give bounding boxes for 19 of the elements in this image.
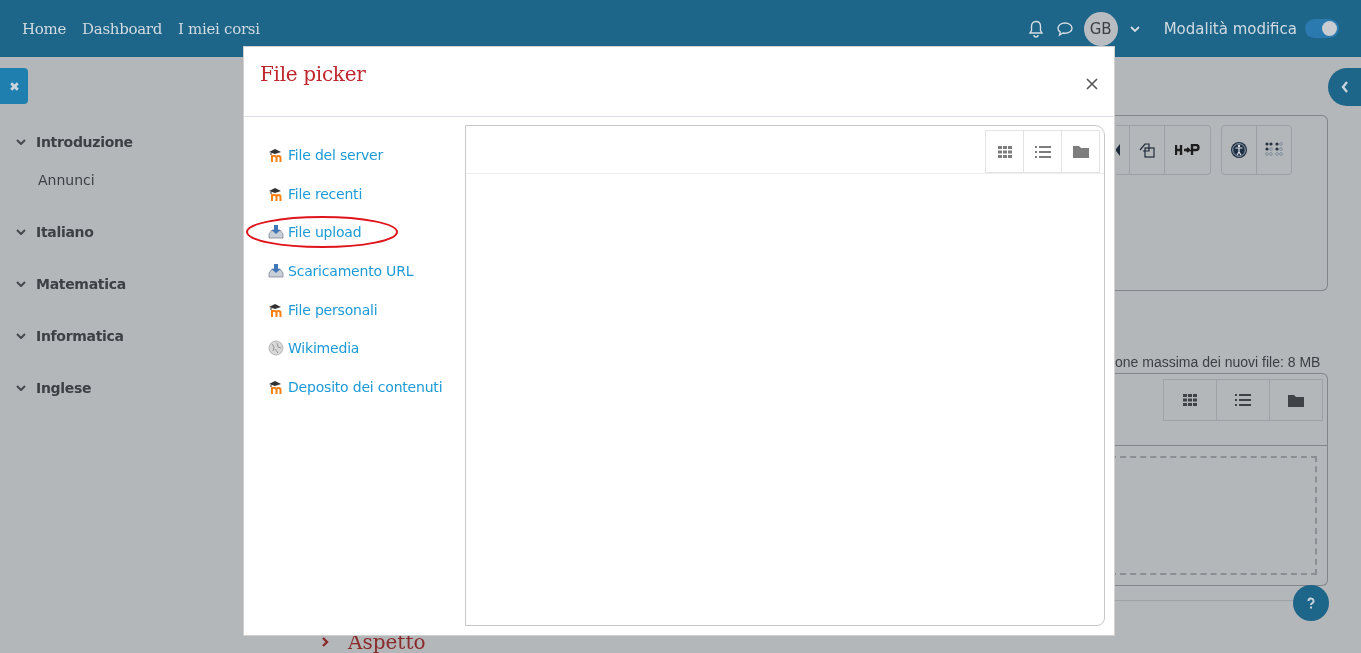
- activity-link[interactable]: Annunci: [16, 150, 243, 188]
- user-avatar[interactable]: GB: [1083, 11, 1118, 46]
- section-link[interactable]: Inglese: [36, 380, 92, 396]
- repository-link[interactable]: Scaricamento URL: [288, 263, 414, 280]
- repository-link[interactable]: File del server: [288, 147, 384, 164]
- nav-link[interactable]: Home: [22, 19, 66, 38]
- repository-link[interactable]: File recenti: [288, 185, 363, 202]
- repository-link[interactable]: Deposito dei contenuti: [288, 378, 443, 395]
- dialog-title: File picker: [260, 61, 366, 86]
- section-link[interactable]: Matematica: [36, 276, 126, 292]
- nav-link[interactable]: Dashboard: [82, 19, 162, 38]
- section-link[interactable]: Italiano: [36, 224, 94, 240]
- repository-link[interactable]: File personali: [288, 301, 378, 318]
- section-link[interactable]: Informatica: [36, 328, 124, 344]
- edit-mode-label: Modalità modifica: [1163, 19, 1297, 38]
- repository-link[interactable]: Wikimedia: [288, 340, 360, 357]
- file-size-note: one massima dei nuovi file: 8 MB: [1115, 354, 1322, 370]
- nav-link[interactable]: I miei corsi: [178, 19, 260, 38]
- section-link[interactable]: Introduzione: [36, 134, 133, 150]
